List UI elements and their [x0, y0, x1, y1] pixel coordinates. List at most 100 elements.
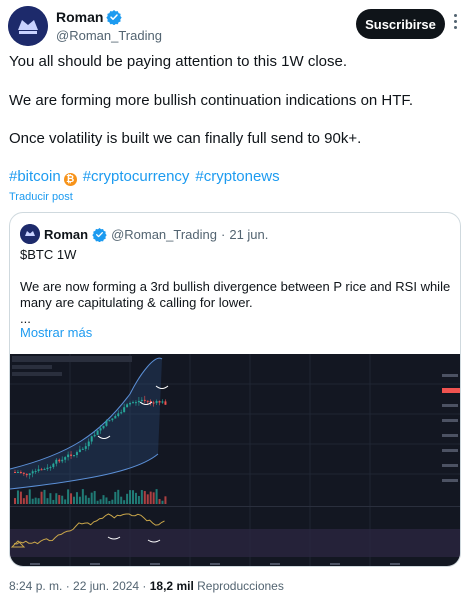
candle-body: [61, 459, 64, 462]
bitcoin-icon: ₿: [63, 173, 77, 186]
candle-body: [58, 459, 61, 462]
quoted-date: 21 jun.: [229, 226, 269, 242]
volume-bar: [37, 498, 40, 504]
view-count: 18,2 mil: [149, 579, 194, 593]
candle-body: [34, 471, 37, 473]
volume-bar: [34, 497, 37, 504]
quoted-avatar: [20, 224, 40, 244]
post-timestamp[interactable]: 8:24 p. m. · 22 jun. 2024 ·: [9, 579, 150, 593]
post-line: Once volatility is built we can finally …: [9, 130, 362, 147]
candle-body: [105, 420, 108, 426]
volume-bar: [58, 495, 61, 504]
post-line: We are forming more bullish continuation…: [9, 92, 414, 109]
candle-body: [117, 413, 120, 416]
volume-bar: [161, 500, 164, 504]
volume-bar: [14, 498, 16, 504]
verified-badge-icon: [106, 10, 123, 25]
candle-body: [93, 434, 96, 437]
candle-body: [99, 428, 102, 431]
quoted-post[interactable]: Roman @Roman_Trading · 21 jun. $BTC 1W W…: [9, 212, 461, 567]
volume-bar: [123, 500, 126, 504]
candle-body: [123, 407, 126, 413]
candle-body: [73, 455, 75, 457]
candle-body: [108, 420, 111, 422]
volume-bar: [126, 493, 129, 504]
hashtag-bitcoin[interactable]: #bitcoin ₿: [9, 167, 77, 187]
candle-body: [55, 459, 58, 464]
volume-bar: [152, 492, 155, 504]
author-handle[interactable]: @Roman_Trading: [56, 28, 162, 43]
candle-body: [164, 401, 167, 405]
candle-body: [31, 471, 34, 474]
post-metadata: 8:24 p. m. · 22 jun. 2024 · 18,2 mil Rep…: [9, 579, 284, 593]
volume-bar: [64, 499, 67, 504]
volume-bar: [55, 493, 58, 504]
chart-screenshot-image[interactable]: [10, 354, 460, 566]
volume-bar: [102, 495, 105, 504]
candle-body: [129, 403, 132, 405]
candle-body: [52, 463, 55, 468]
volume-bar: [134, 492, 137, 504]
volume-bar: [78, 496, 81, 504]
candle-body: [134, 402, 137, 404]
candle-body: [132, 402, 134, 404]
volume-bar: [87, 497, 90, 504]
candle-body: [140, 399, 143, 401]
candle-body: [158, 401, 161, 403]
volume-bar: [25, 495, 28, 504]
volume-bar: [67, 489, 70, 504]
quoted-header: Roman @Roman_Trading · 21 jun.: [20, 224, 268, 244]
candle-body: [28, 473, 31, 476]
chart-image: [10, 354, 460, 566]
volume-bar: [108, 500, 111, 504]
author-name[interactable]: Roman: [56, 9, 103, 25]
volume-bar: [90, 492, 93, 504]
candle-body: [87, 441, 90, 447]
volume-bar: [120, 496, 123, 504]
volume-bar: [73, 496, 75, 504]
candle-body: [114, 415, 117, 419]
volume-bar: [43, 489, 46, 504]
quoted-line: many are capitulating & calling for lowe…: [20, 295, 253, 310]
volume-bar: [40, 491, 43, 504]
volume-bar: [61, 495, 64, 504]
volume-bar: [52, 499, 55, 504]
author-avatar[interactable]: [8, 6, 48, 46]
dot-separator: ·: [221, 226, 226, 242]
candle-body: [81, 448, 84, 450]
candle-body: [126, 404, 129, 408]
volume-bar: [49, 493, 52, 504]
show-more-link[interactable]: Mostrar más: [20, 325, 92, 340]
candle-body: [70, 454, 73, 456]
hashtag-cryptonews[interactable]: #cryptonews: [195, 167, 279, 187]
volume-bar: [70, 493, 73, 504]
volume-bar: [81, 489, 84, 504]
candle-body: [137, 400, 140, 403]
volume-bar: [99, 499, 102, 504]
translate-post-link[interactable]: Traducir post: [9, 191, 73, 203]
volume-bar: [22, 498, 25, 504]
volume-bar: [158, 498, 161, 504]
candle-body: [102, 425, 105, 429]
quoted-line: $BTC 1W: [20, 247, 77, 262]
volume-bar: [96, 500, 99, 504]
verified-badge-icon: [92, 227, 107, 242]
volume-bar: [143, 491, 146, 504]
volume-bar: [114, 491, 117, 504]
post-line: You all should be paying attention to th…: [9, 53, 347, 70]
candle-body: [49, 467, 52, 469]
hashtag-row: #bitcoin ₿ #cryptocurrency #cryptonews: [9, 167, 280, 187]
author-name-row: Roman: [56, 9, 123, 25]
candle-body: [155, 401, 158, 404]
hashtag-cryptocurrency[interactable]: #cryptocurrency: [83, 167, 190, 187]
candle-body: [25, 473, 28, 476]
volume-bar: [31, 498, 34, 504]
candle-body: [46, 467, 49, 470]
candle-body: [75, 452, 78, 456]
subscribe-button[interactable]: Suscribirse: [356, 9, 445, 39]
more-icon[interactable]: [447, 11, 463, 31]
candle-body: [143, 399, 146, 401]
candle-body: [120, 412, 123, 414]
candle-body: [90, 436, 93, 442]
volume-bar: [16, 490, 19, 504]
